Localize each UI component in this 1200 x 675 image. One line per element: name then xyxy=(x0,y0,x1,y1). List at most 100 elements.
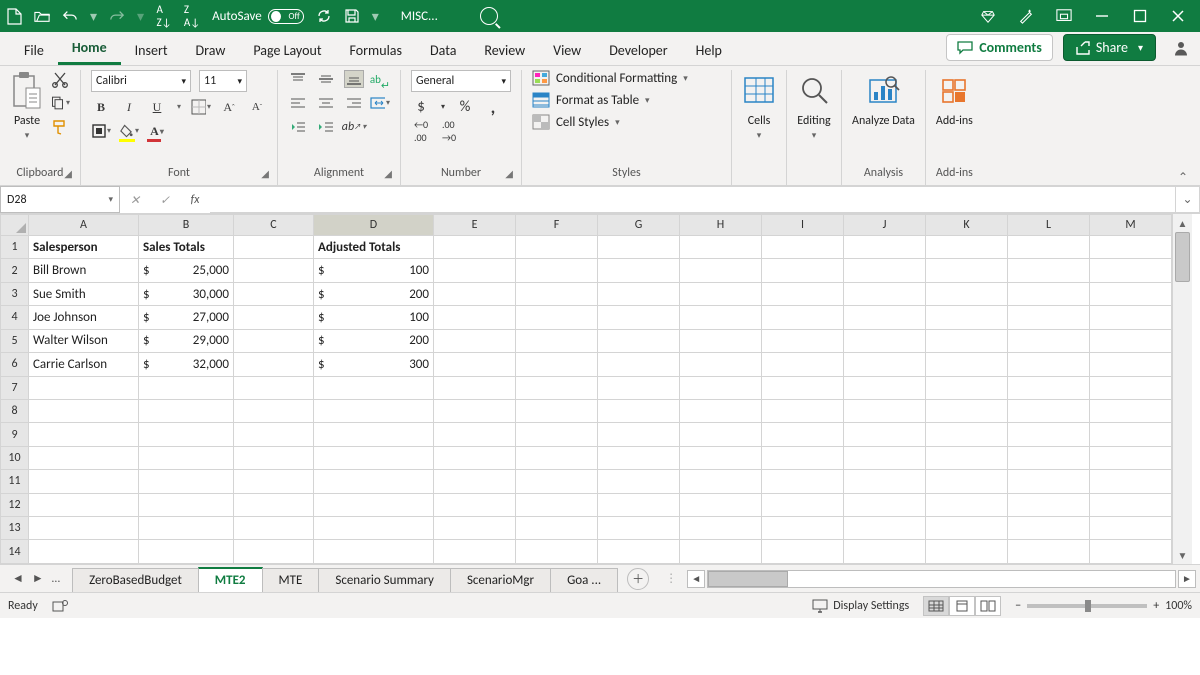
sheet-nav-prev-icon[interactable]: ◄ xyxy=(12,571,24,586)
cell-A1[interactable]: Salesperson xyxy=(29,236,139,259)
cell-G12[interactable] xyxy=(598,493,680,516)
row-header-6[interactable]: 6 xyxy=(1,353,29,376)
cell-M1[interactable] xyxy=(1090,236,1172,259)
cell-B9[interactable] xyxy=(139,423,234,446)
row-header-1[interactable]: 1 xyxy=(1,236,29,259)
cell-D4[interactable]: $100 xyxy=(314,306,434,329)
cell-M14[interactable] xyxy=(1090,540,1172,564)
cell-C5[interactable] xyxy=(234,329,314,352)
scroll-right-icon[interactable]: ► xyxy=(1178,570,1196,588)
cell-C14[interactable] xyxy=(234,540,314,564)
tab-page-layout[interactable]: Page Layout xyxy=(239,36,335,65)
cell-F4[interactable] xyxy=(516,306,598,329)
column-header-L[interactable]: L xyxy=(1008,215,1090,236)
scroll-down-icon[interactable]: ▼ xyxy=(1173,546,1192,564)
cell-B14[interactable] xyxy=(139,540,234,564)
cell-J10[interactable] xyxy=(844,446,926,469)
row-header-5[interactable]: 5 xyxy=(1,329,29,352)
cell-A13[interactable] xyxy=(29,517,139,540)
cell-F3[interactable] xyxy=(516,282,598,305)
cell-A12[interactable] xyxy=(29,493,139,516)
editing-button[interactable]: Editing▾ xyxy=(797,70,831,141)
cell-B5[interactable]: $29,000 xyxy=(139,329,234,352)
cell-E5[interactable] xyxy=(434,329,516,352)
cell-L10[interactable] xyxy=(1008,446,1090,469)
cell-A6[interactable]: Carrie Carlson xyxy=(29,353,139,376)
cell-H8[interactable] xyxy=(680,399,762,422)
cell-J12[interactable] xyxy=(844,493,926,516)
collapse-ribbon-icon[interactable]: ⌃ xyxy=(1166,70,1200,185)
enter-formula-icon[interactable]: ✓ xyxy=(150,193,180,208)
scroll-up-icon[interactable]: ▲ xyxy=(1173,214,1192,232)
new-file-icon[interactable] xyxy=(6,8,22,24)
cell-M12[interactable] xyxy=(1090,493,1172,516)
cell-K5[interactable] xyxy=(926,329,1008,352)
cell-D7[interactable] xyxy=(314,376,434,399)
cell-A8[interactable] xyxy=(29,399,139,422)
cell-J6[interactable] xyxy=(844,353,926,376)
percent-format-icon[interactable]: % xyxy=(455,98,475,116)
row-header-9[interactable]: 9 xyxy=(1,423,29,446)
cell-I4[interactable] xyxy=(762,306,844,329)
cell-E9[interactable] xyxy=(434,423,516,446)
row-header-8[interactable]: 8 xyxy=(1,399,29,422)
zoom-out-icon[interactable]: − xyxy=(1015,599,1021,613)
cell-K14[interactable] xyxy=(926,540,1008,564)
cell-M4[interactable] xyxy=(1090,306,1172,329)
cell-D10[interactable] xyxy=(314,446,434,469)
orientation-icon[interactable]: ab↗▾ xyxy=(344,118,364,136)
cell-B2[interactable]: $25,000 xyxy=(139,259,234,282)
increase-decimal-icon[interactable]: ←0.00 xyxy=(411,122,431,140)
cell-H1[interactable] xyxy=(680,236,762,259)
dialog-launcher-icon[interactable]: ◢ xyxy=(505,167,513,180)
tab-formulas[interactable]: Formulas xyxy=(336,36,416,65)
format-as-table-button[interactable]: Format as Table▾ xyxy=(532,92,688,108)
cell-L9[interactable] xyxy=(1008,423,1090,446)
cell-M11[interactable] xyxy=(1090,470,1172,493)
dialog-launcher-icon[interactable]: ◢ xyxy=(261,167,269,180)
cell-D2[interactable]: $100 xyxy=(314,259,434,282)
cell-E12[interactable] xyxy=(434,493,516,516)
decrease-decimal-icon[interactable]: .00→0 xyxy=(439,122,459,140)
tab-developer[interactable]: Developer xyxy=(595,36,681,65)
cell-A4[interactable]: Joe Johnson xyxy=(29,306,139,329)
decrease-font-icon[interactable]: Aˇ xyxy=(247,98,267,116)
cell-J4[interactable] xyxy=(844,306,926,329)
cell-M13[interactable] xyxy=(1090,517,1172,540)
cell-L6[interactable] xyxy=(1008,353,1090,376)
cell-I7[interactable] xyxy=(762,376,844,399)
cell-H10[interactable] xyxy=(680,446,762,469)
cell-H3[interactable] xyxy=(680,282,762,305)
cell-G4[interactable] xyxy=(598,306,680,329)
borders-dropdown[interactable]: ▾ xyxy=(191,98,211,116)
decrease-indent-icon[interactable] xyxy=(288,118,308,136)
cell-G8[interactable] xyxy=(598,399,680,422)
cell-M7[interactable] xyxy=(1090,376,1172,399)
scroll-thumb[interactable] xyxy=(708,571,788,587)
cell-H11[interactable] xyxy=(680,470,762,493)
cell-H14[interactable] xyxy=(680,540,762,564)
cell-E2[interactable] xyxy=(434,259,516,282)
cell-J2[interactable] xyxy=(844,259,926,282)
cell-K9[interactable] xyxy=(926,423,1008,446)
cell-L3[interactable] xyxy=(1008,282,1090,305)
zoom-slider[interactable]: − + 100% xyxy=(1015,599,1192,613)
ribbon-mode-icon[interactable] xyxy=(1056,8,1072,24)
font-size-select[interactable]: 11▾ xyxy=(199,70,247,92)
horizontal-scrollbar[interactable]: ◄ ► xyxy=(683,570,1200,588)
column-header-K[interactable]: K xyxy=(926,215,1008,236)
align-right-icon[interactable] xyxy=(344,94,364,112)
cell-J14[interactable] xyxy=(844,540,926,564)
cell-K6[interactable] xyxy=(926,353,1008,376)
cell-B8[interactable] xyxy=(139,399,234,422)
merge-center-icon[interactable]: ▾ xyxy=(370,94,390,112)
sheet-tab-zerobasedbudget[interactable]: ZeroBasedBudget xyxy=(72,568,199,592)
cell-styles-button[interactable]: Cell Styles▾ xyxy=(532,114,688,130)
cell-L12[interactable] xyxy=(1008,493,1090,516)
sheet-tab-goa-[interactable]: Goa ... xyxy=(550,568,618,592)
cell-D11[interactable] xyxy=(314,470,434,493)
dialog-launcher-icon[interactable]: ◢ xyxy=(384,167,392,180)
cell-G3[interactable] xyxy=(598,282,680,305)
cell-D1[interactable]: Adjusted Totals xyxy=(314,236,434,259)
cell-H5[interactable] xyxy=(680,329,762,352)
